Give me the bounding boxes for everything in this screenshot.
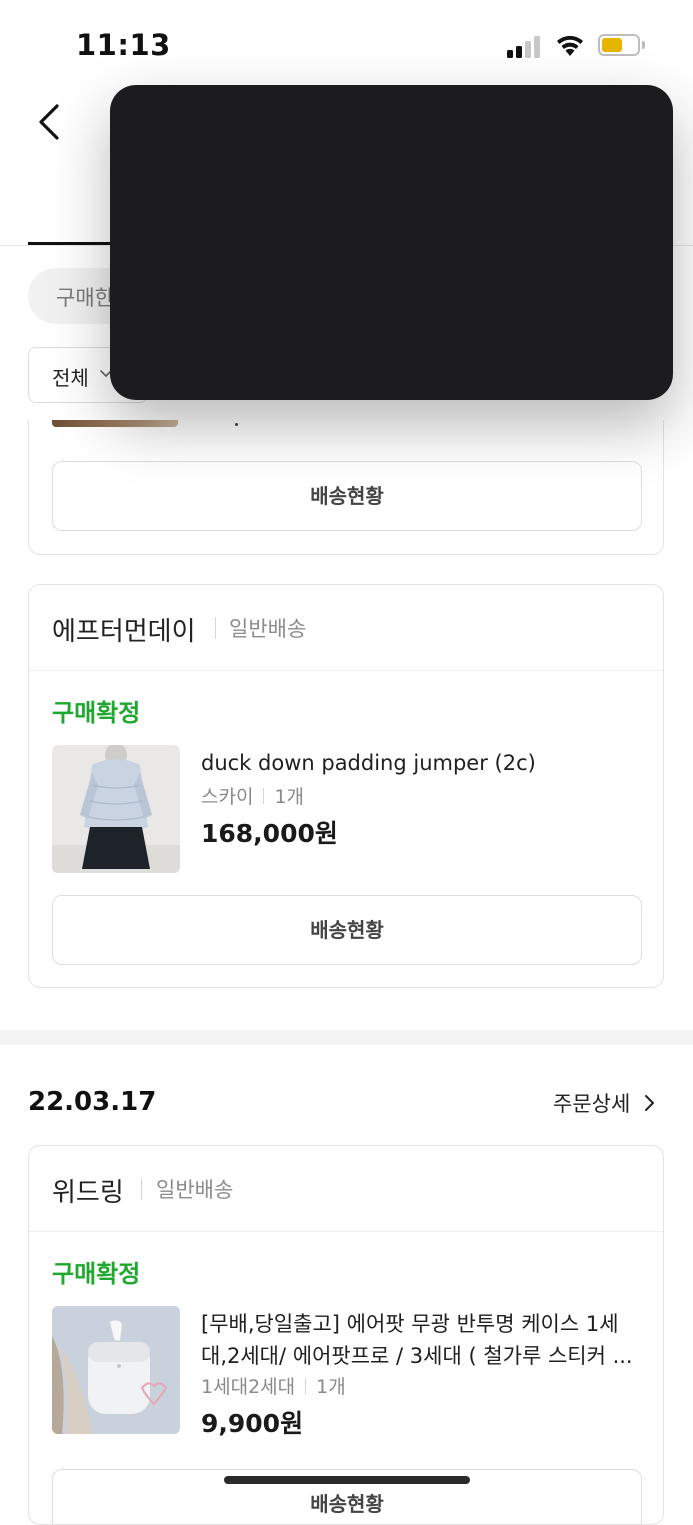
option-value: 스카이 xyxy=(201,786,254,808)
header-separator xyxy=(215,617,216,639)
chevron-left-icon[interactable] xyxy=(30,100,70,144)
product-thumbnail[interactable] xyxy=(52,745,180,873)
home-indicator xyxy=(224,1476,470,1484)
product-thumbnail xyxy=(52,420,178,427)
product-price: 9,900원 xyxy=(201,1409,304,1438)
option-separator xyxy=(263,788,265,804)
seller-name[interactable]: 위드링 xyxy=(52,1172,124,1209)
shipping-type: 일반배송 xyxy=(229,617,307,641)
product-name[interactable]: duck down padding jumper (2c) xyxy=(201,747,641,779)
card-header: 위드링 일반배송 xyxy=(29,1146,663,1232)
quantity: 1개 xyxy=(274,786,305,808)
header-separator xyxy=(141,1178,142,1200)
battery-icon xyxy=(598,34,640,56)
order-card: 배송현황 xyxy=(28,420,664,555)
product-price: 168,000원 xyxy=(201,819,338,848)
seller-name[interactable]: 에프터먼데이 xyxy=(52,611,196,648)
section-divider xyxy=(0,1030,693,1045)
wifi-icon xyxy=(557,35,583,56)
product-option: 스카이 1개 xyxy=(201,782,304,809)
order-status: 구매확정 xyxy=(52,1260,141,1288)
filter-chip-label: 구매한 xyxy=(56,286,114,310)
option-value: 1세대2세대 xyxy=(201,1376,296,1398)
status-time: 11:13 xyxy=(76,28,171,62)
order-date: 22.03.17 xyxy=(28,1087,157,1117)
overlay-panel xyxy=(110,85,673,400)
option-separator xyxy=(305,1378,307,1394)
delivery-status-button[interactable]: 배송현황 xyxy=(52,461,642,531)
card-header: 에프터먼데이 일반배송 xyxy=(29,585,663,671)
order-card: 에프터먼데이 일반배송 구매확정 duck down padding jumpe… xyxy=(28,584,664,988)
battery-cap xyxy=(642,41,645,49)
order-card: 위드링 일반배송 구매확정 [무배,당일출고] 에어팟 무광 반투명 케이스 1… xyxy=(28,1145,664,1525)
chevron-right-icon[interactable] xyxy=(641,1093,657,1113)
product-name[interactable]: [무배,당일출고] 에어팟 무광 반투명 케이스 1세대,2세대/ 에어팟프로 … xyxy=(201,1308,641,1372)
shipping-type: 일반배송 xyxy=(156,1178,234,1202)
delivery-status-button[interactable]: 배송현황 xyxy=(52,895,642,965)
order-detail-link[interactable]: 주문상세 xyxy=(553,1088,630,1118)
product-option: 1세대2세대 1개 xyxy=(201,1372,346,1399)
status-bar: 11:13 xyxy=(0,0,693,90)
product-thumbnail[interactable] xyxy=(52,1306,180,1434)
order-status: 구매확정 xyxy=(52,699,141,727)
dropdown-label: 전체 xyxy=(52,366,89,390)
quantity: 1개 xyxy=(316,1376,346,1398)
cellular-signal-icon xyxy=(507,34,543,58)
separator-dot xyxy=(235,423,238,426)
